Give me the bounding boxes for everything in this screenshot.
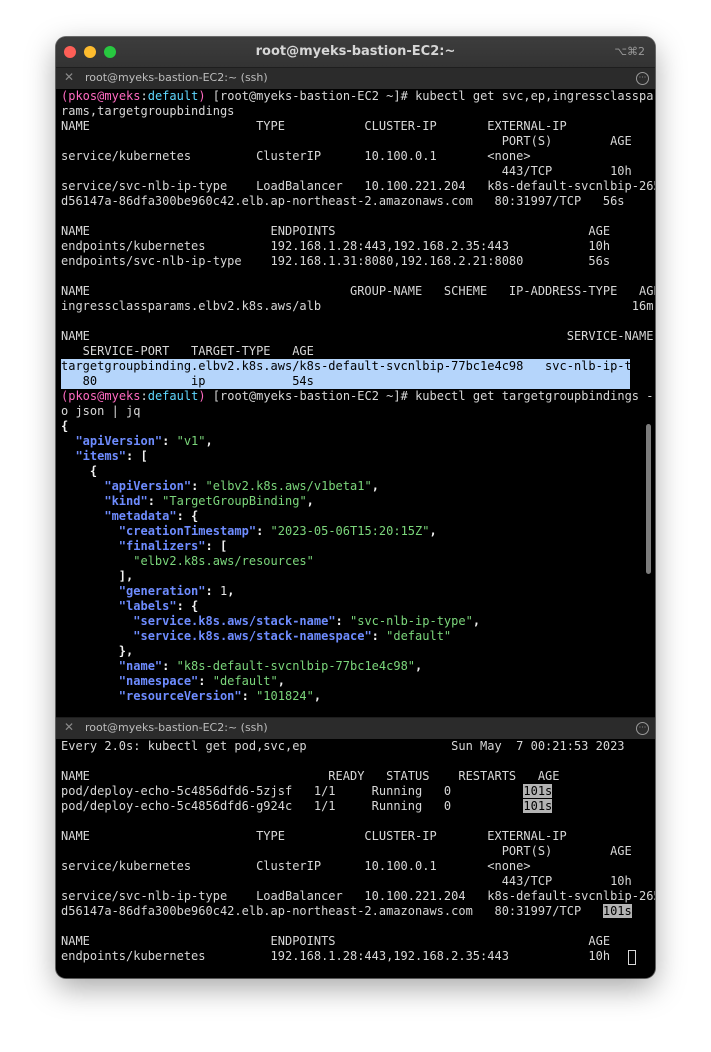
watch-header: Every 2.0s: kubectl get pod,svc,ep Sun M… <box>61 739 625 753</box>
selected-output-line[interactable]: 80 ip 54s <box>61 374 630 389</box>
selected-output-line[interactable]: targetgroupbinding.elbv2.k8s.aws/k8s-def… <box>61 359 653 374</box>
output-line: endpoints/kubernetes 192.168.1.28:443,19… <box>61 949 611 963</box>
json-line: "finalizers": [ <box>118 539 228 553</box>
pod-row: pod/deploy-echo-5c4856dfd6-5zjsf 1/1 Run… <box>61 784 553 798</box>
json-line: "apiVersion": "elbv2.k8s.aws/v1beta1", <box>104 479 379 493</box>
json-line: "apiVersion": "v1", <box>75 434 213 448</box>
top-pane-tab-title: root@myeks-bastion-EC2:~ (ssh) <box>85 71 268 84</box>
top-terminal-pane[interactable]: (pkos@myeks:default) [root@myeks-bastion… <box>56 89 655 716</box>
output-line: service/svc-nlb-ip-type LoadBalancer 10.… <box>61 889 655 903</box>
output-line: endpoints/svc-nlb-ip-type 192.168.1.31:8… <box>61 254 611 268</box>
output-line: d56147a-86dfa300be960c42.elb.ap-northeas… <box>61 194 625 208</box>
output-line: NAME ENDPOINTS AGE <box>61 934 611 948</box>
close-icon[interactable]: ✕ <box>64 70 74 84</box>
output-line: NAME TYPE CLUSTER-IP EXTERNAL-IP <box>61 119 567 133</box>
top-pane-tab[interactable]: ✕ root@myeks-bastion-EC2:~ (ssh) ··· <box>56 67 655 90</box>
json-line: "generation": 1, <box>118 584 235 598</box>
top-pane-scrollbar[interactable] <box>646 424 651 574</box>
prompt-line: (pkos@myeks:default) [root@myeks-bastion… <box>61 89 654 103</box>
json-line: ], <box>61 569 134 583</box>
json-line: "items": [ <box>75 449 148 463</box>
terminal-cursor <box>628 950 636 965</box>
output-line: service/svc-nlb-ip-type LoadBalancer 10.… <box>61 179 655 193</box>
bottom-pane-tab-title: root@myeks-bastion-EC2:~ (ssh) <box>85 721 268 734</box>
output-line: service/kubernetes ClusterIP 10.100.0.1 … <box>61 149 531 163</box>
bottom-pane-tab[interactable]: ✕ root@myeks-bastion-EC2:~ (ssh) ··· <box>56 717 655 740</box>
pod-row: pod/deploy-echo-5c4856dfd6-g924c 1/1 Run… <box>61 799 553 813</box>
output-line: NAME ENDPOINTS AGE <box>61 224 611 238</box>
output-line: service/kubernetes ClusterIP 10.100.0.1 … <box>61 859 531 873</box>
json-line: "kind": "TargetGroupBinding", <box>104 494 314 508</box>
output-line: NAME SERVICE-NAME <box>61 329 654 343</box>
command-continuation: o json | jq <box>61 404 141 418</box>
json-line: "creationTimestamp": "2023-05-06T15:20:1… <box>118 524 437 538</box>
output-line: SERVICE-PORT TARGET-TYPE AGE <box>61 344 314 358</box>
more-options-icon[interactable]: ··· <box>636 722 649 735</box>
output-line: ingressclassparams.elbv2.k8s.aws/alb 16m <box>61 299 654 313</box>
terminal-window: root@myeks-bastion-EC2:~ ⌥⌘2 ✕ root@myek… <box>56 37 655 978</box>
json-line: "resourceVersion": "101824", <box>118 689 322 703</box>
json-line: { <box>61 419 69 433</box>
json-line: "name": "k8s-default-svcnlbip-77bc1e4c98… <box>118 659 423 673</box>
json-line: "service.k8s.aws/stack-name": "svc-nlb-i… <box>133 614 481 628</box>
json-line: { <box>89 464 98 478</box>
output-line: NAME READY STATUS RESTARTS AGE <box>61 769 560 783</box>
changed-age: 101s <box>523 799 553 813</box>
output-line: endpoints/kubernetes 192.168.1.28:443,19… <box>61 239 611 253</box>
output-line: 443/TCP 10h <box>61 164 632 178</box>
output-line: 443/TCP 10h <box>61 874 632 888</box>
json-line: "labels": { <box>118 599 199 613</box>
close-icon[interactable]: ✕ <box>64 720 74 734</box>
window-title: root@myeks-bastion-EC2:~ <box>255 44 456 59</box>
changed-age: 101s <box>523 784 553 798</box>
json-line: }, <box>61 644 134 658</box>
output-line: NAME GROUP-NAME SCHEME IP-ADDRESS-TYPE A… <box>61 284 655 298</box>
more-options-icon[interactable]: ··· <box>636 72 649 85</box>
prompt-line: (pkos@myeks:default) [root@myeks-bastion… <box>61 389 654 403</box>
command-text: kubectl get targetgroupbindings - <box>415 389 654 403</box>
changed-age: 101s <box>602 904 632 918</box>
bottom-terminal-pane[interactable]: Every 2.0s: kubectl get pod,svc,ep Sun M… <box>56 739 655 978</box>
window-shortcut: ⌥⌘2 <box>614 45 645 58</box>
svc-row: d56147a-86dfa300be960c42.elb.ap-northeas… <box>61 904 632 918</box>
json-line: "service.k8s.aws/stack-namespace": "defa… <box>133 629 452 643</box>
json-line: "metadata": { <box>104 509 199 523</box>
output-line: NAME TYPE CLUSTER-IP EXTERNAL-IP <box>61 829 567 843</box>
output-line: rams,targetgroupbindings <box>61 104 235 118</box>
json-line: "namespace": "default", <box>118 674 285 688</box>
json-line: "elbv2.k8s.aws/resources" <box>133 554 314 568</box>
output-line: PORT(S) AGE <box>61 134 632 148</box>
command-text: kubectl get svc,ep,ingressclasspa <box>415 89 654 103</box>
title-bar[interactable]: root@myeks-bastion-EC2:~ ⌥⌘2 <box>56 37 655 67</box>
output-line: PORT(S) AGE <box>61 844 632 858</box>
